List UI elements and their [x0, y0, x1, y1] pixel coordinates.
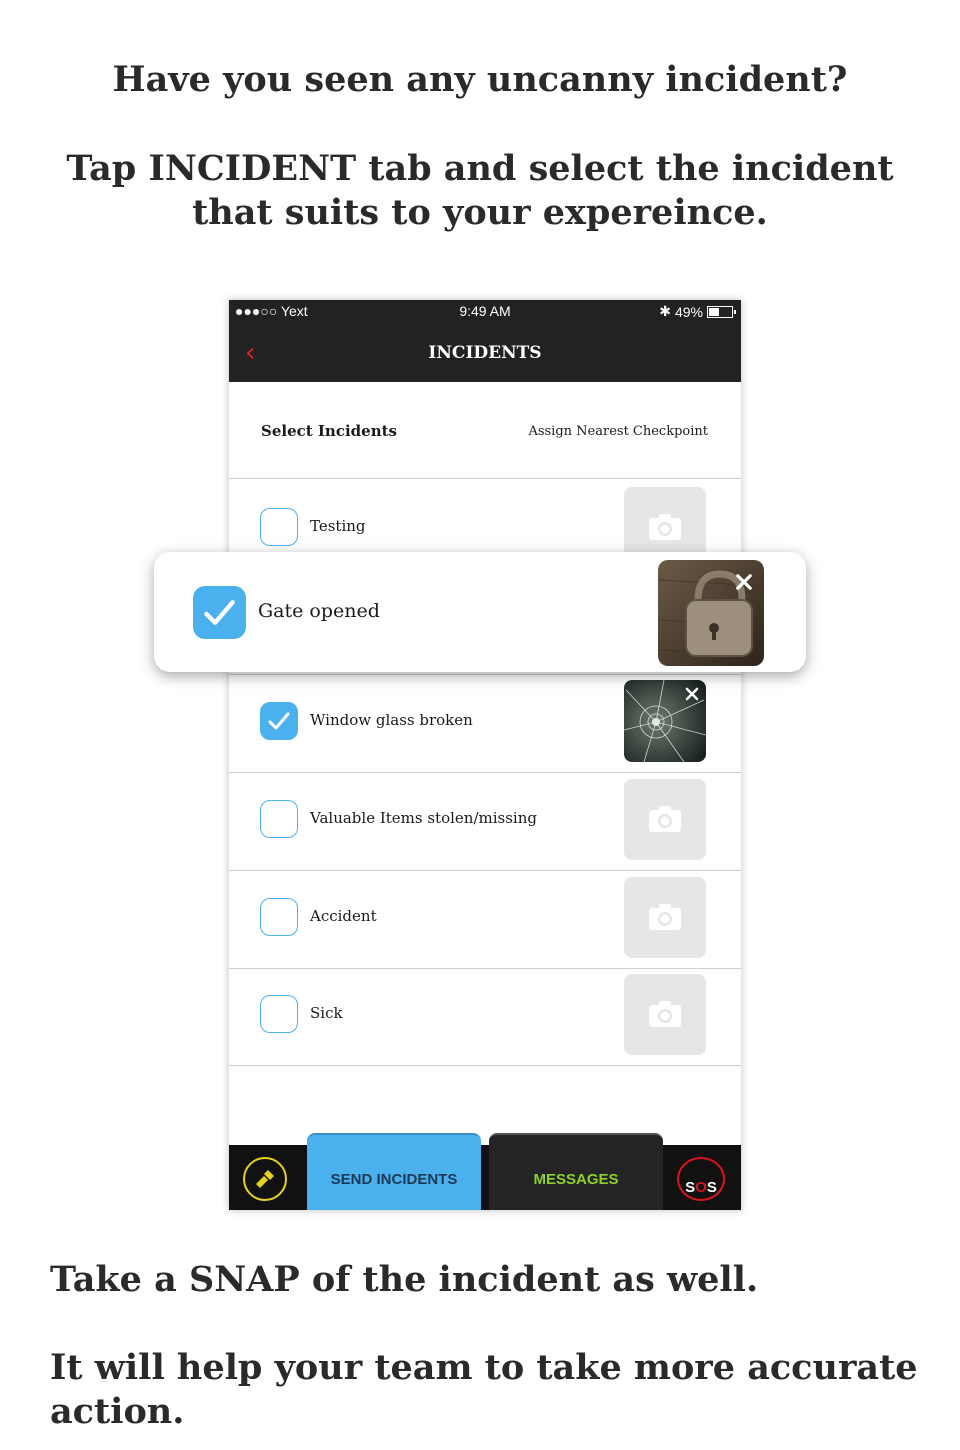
incident-label: Testing: [310, 517, 366, 535]
incident-label: Sick: [310, 1004, 343, 1022]
status-right: ✱ 49%: [659, 303, 736, 320]
camera-icon[interactable]: [624, 877, 706, 958]
camera-icon[interactable]: [624, 974, 706, 1055]
flashlight-icon: [256, 1170, 274, 1188]
incident-row-gate-opened-zoom[interactable]: Gate opened: [154, 552, 806, 672]
messages-tab[interactable]: MESSAGES: [489, 1133, 663, 1210]
camera-icon[interactable]: [624, 779, 706, 860]
phone-screen: ●●●○○ Yext 9:49 AM ✱ 49% ‹ INCIDENTS Sel…: [229, 300, 741, 1210]
battery-icon: [707, 305, 736, 318]
send-incidents-label: SEND INCIDENTS: [330, 1171, 458, 1188]
battery-percent: 49%: [674, 303, 703, 320]
page-title: INCIDENTS: [428, 343, 542, 363]
incident-label: Valuable Items stolen/missing: [310, 809, 537, 827]
bluetooth-icon: ✱: [659, 303, 671, 319]
close-icon[interactable]: [684, 686, 700, 702]
incident-row-sick[interactable]: Sick: [229, 968, 741, 1066]
incidents-header: Select Incidents Assign Nearest Checkpoi…: [229, 382, 741, 479]
send-incidents-button[interactable]: SEND INCIDENTS: [307, 1133, 481, 1210]
incident-row-window-glass[interactable]: Window glass broken: [229, 675, 741, 773]
messages-label: MESSAGES: [533, 1171, 619, 1188]
checkbox-checked[interactable]: [260, 702, 298, 740]
incident-label: Gate opened: [258, 600, 380, 622]
sos-label: SOS: [685, 1179, 717, 1196]
close-icon[interactable]: [734, 572, 754, 592]
checkbox[interactable]: [260, 898, 298, 936]
caption-snap: Take a SNAP of the incident as well.: [50, 1259, 759, 1300]
incident-label: Window glass broken: [310, 711, 473, 729]
broken-glass-photo[interactable]: [624, 680, 706, 762]
checkbox[interactable]: [260, 508, 298, 546]
flashlight-button[interactable]: [243, 1157, 287, 1201]
select-incidents-label: Select Incidents: [261, 422, 397, 440]
assign-checkpoint-link[interactable]: Assign Nearest Checkpoint: [528, 424, 708, 439]
bottom-bar: SOS: [229, 1145, 741, 1210]
incident-label: Accident: [310, 907, 377, 925]
caption-help: It will help your team to take more accu…: [50, 1347, 918, 1432]
gate-lock-photo[interactable]: [658, 560, 764, 666]
checkbox-checked[interactable]: [193, 586, 246, 639]
checkbox[interactable]: [260, 995, 298, 1033]
caption-instruction: Tap INCIDENT tab and select the incident…: [66, 148, 894, 233]
sos-button[interactable]: SOS: [677, 1157, 725, 1201]
nav-bar: ‹ INCIDENTS: [229, 324, 741, 382]
incident-row-accident[interactable]: Accident: [229, 871, 741, 969]
status-bar: ●●●○○ Yext 9:49 AM ✱ 49%: [229, 300, 741, 324]
checkbox[interactable]: [260, 800, 298, 838]
caption-question: Have you seen any uncanny incident?: [112, 59, 848, 100]
incident-row-valuable-items[interactable]: Valuable Items stolen/missing: [229, 773, 741, 871]
